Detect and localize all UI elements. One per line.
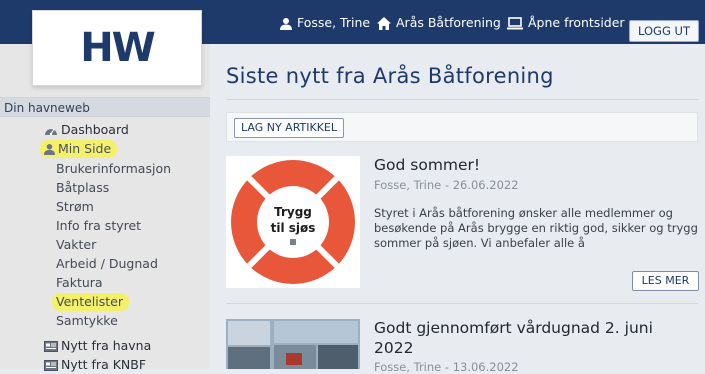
logo-text: HW (80, 25, 156, 71)
article-image-dugnad[interactable] (226, 319, 360, 369)
dashboard-icon (45, 128, 57, 136)
sidebar-item-batplass[interactable]: Båtplass (56, 179, 109, 197)
sidebar-item-strom[interactable]: Strøm (56, 198, 94, 216)
open-frontpages-link[interactable]: Åpne frontsider (507, 14, 625, 32)
sidebar-item-label: Strøm (56, 199, 94, 214)
image-caption-til-sjos: til sjøs (271, 221, 316, 235)
open-frontpages-label: Åpne frontsider (528, 15, 625, 30)
article-excerpt: Styret i Arås båtforening ønsker alle me… (374, 206, 698, 250)
main-content: Siste nytt fra Arås Båtforening LAG NY A… (210, 44, 705, 374)
new-article-button[interactable]: LAG NY ARTIKKEL (234, 118, 345, 138)
title-divider (226, 99, 698, 100)
article-meta: Fosse, Trine - 13.06.2022 (374, 360, 519, 374)
sidebar-item-label: Brukerinformasjon (56, 161, 172, 176)
sidebar-item-samtykke[interactable]: Samtykke (56, 312, 118, 330)
article-title[interactable]: God sommer! (374, 156, 480, 174)
article-image-safety[interactable]: Trygg til sjøs (226, 156, 360, 288)
sidebar-item-ventelister[interactable]: Ventelister (52, 293, 129, 311)
sidebar-item-dashboard[interactable]: Dashboard (44, 121, 129, 139)
article-title-line-2[interactable]: 2022 (374, 339, 413, 357)
laptop-icon (507, 16, 523, 29)
sidebar-item-label: Info fra styret (56, 218, 142, 233)
sidebar-item-faktura[interactable]: Faktura (56, 274, 103, 292)
sidebar-item-label: Nytt fra KNBF (61, 357, 147, 372)
sidebar-item-nytt-fra-havna[interactable]: Nytt fra havna (44, 337, 151, 355)
sidebar-item-brukerinformasjon[interactable]: Brukerinformasjon (56, 160, 171, 178)
user-name: Fosse, Trine (297, 15, 371, 30)
article-divider (226, 303, 698, 304)
lifebuoy-image: Trygg til sjøs (231, 160, 355, 284)
sidebar-item-arbeid-dugnad[interactable]: Arbeid / Dugnad (56, 255, 158, 273)
sidebar-item-label: Ventelister (56, 294, 123, 309)
sidebar-item-min-side[interactable]: Min Side (40, 140, 118, 158)
article-meta: Fosse, Trine - 26.06.2022 (374, 178, 519, 192)
sidebar-item-label: Min Side (58, 141, 112, 156)
home-icon (377, 16, 391, 30)
user-menu[interactable]: Fosse, Trine (280, 14, 370, 32)
dugnad-photo (226, 319, 360, 369)
user-icon (44, 143, 55, 155)
article-title[interactable]: Godt gjennomført vårdugnad 2. juni (374, 319, 653, 337)
sidebar-item-label: Faktura (56, 275, 103, 290)
sidebar-item-label: Arbeid / Dugnad (56, 256, 158, 271)
image-caption-trygg: Trygg (274, 205, 312, 219)
sidebar-item-vakter[interactable]: Vakter (56, 236, 96, 254)
user-icon (280, 17, 292, 30)
sidebar-item-label: Nytt fra havna (61, 338, 152, 353)
news-icon (44, 340, 58, 352)
sidebar-item-label: Båtplass (56, 180, 110, 195)
sidebar-item-label: Vakter (56, 237, 97, 252)
read-more-button[interactable]: LES MER (632, 271, 699, 291)
sidebar-heading: Din havneweb (0, 97, 210, 117)
action-bar: LAG NY ARTIKKEL (226, 112, 698, 142)
sidebar-item-info-fra-styret[interactable]: Info fra styret (56, 217, 141, 235)
org-name: Arås Båtforening (396, 15, 501, 30)
sidebar-item-label: Dashboard (61, 122, 129, 137)
sidebar-item-nytt-fra-knbf[interactable]: Nytt fra KNBF (44, 356, 146, 374)
sidebar-item-label: Samtykke (56, 313, 118, 328)
logout-button[interactable]: LOGG UT (629, 20, 699, 42)
org-link[interactable]: Arås Båtforening (377, 14, 501, 32)
logo[interactable]: HW (32, 10, 202, 86)
page-title: Siste nytt fra Arås Båtforening (226, 64, 554, 88)
